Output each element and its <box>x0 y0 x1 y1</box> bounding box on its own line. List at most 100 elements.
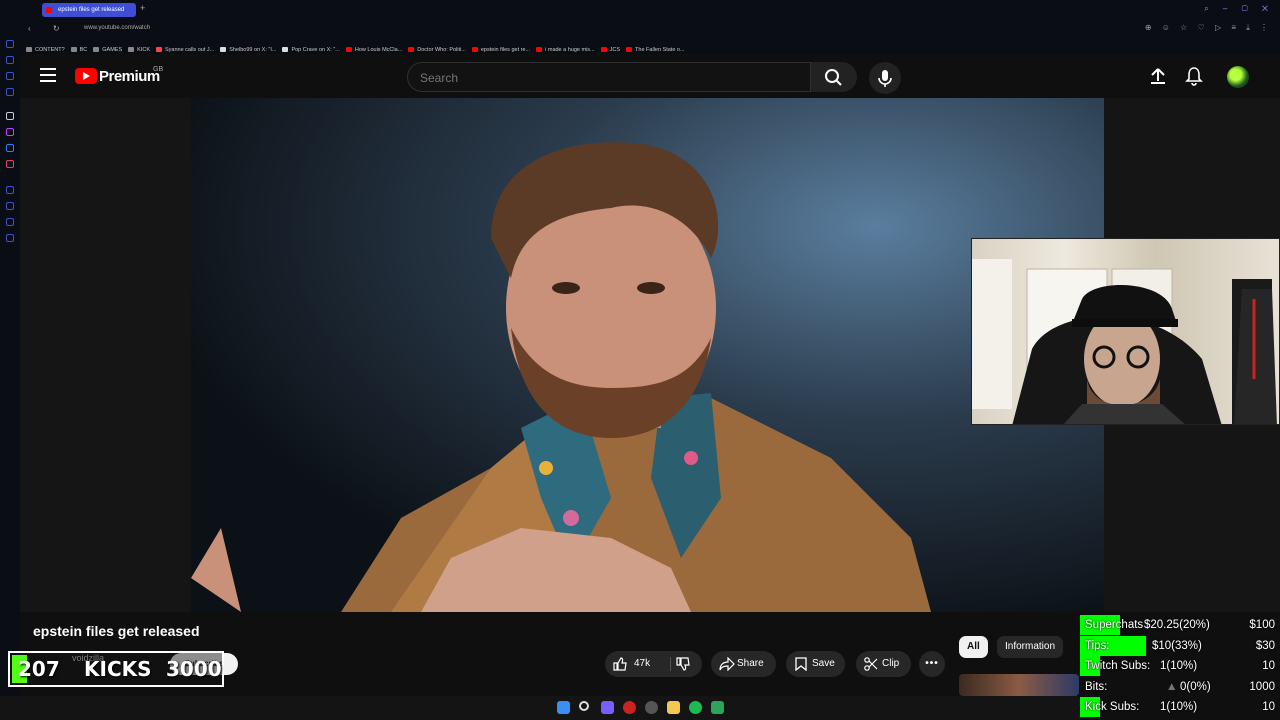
bookmark-item[interactable]: Syanne calls out J... <box>156 47 214 53</box>
goal-row: Superchats $20.25(20%) $100 <box>1080 615 1280 635</box>
bookmark-item[interactable]: Doctor Who: Politi... <box>408 47 466 53</box>
search-box <box>407 62 811 92</box>
upload-icon <box>1151 68 1165 84</box>
goal-value: 1(10%) <box>1160 701 1198 713</box>
upload-button[interactable] <box>1148 66 1168 86</box>
obs-icon[interactable] <box>645 701 658 714</box>
bookmarks-bar: CONTENT? BC GAMES KICK Syanne calls out J...… <box>20 38 1280 54</box>
bookmark-item[interactable]: i made a huge mis... <box>536 47 595 53</box>
bookmark-favicon-icon <box>626 47 633 52</box>
save-label: Save <box>812 658 835 669</box>
window-controls[interactable]: ⌕ – ▢ ✕ <box>1204 4 1274 14</box>
bookmark-favicon-icon <box>600 47 607 52</box>
goal-value: $20.25(20%) <box>1144 619 1210 631</box>
video-frame[interactable] <box>191 98 1104 612</box>
bookmark-label: Shelbo99 on X: "I... <box>229 47 277 53</box>
more-actions-button[interactable]: ••• <box>919 651 945 677</box>
goal-value: $10(33%) <box>1152 639 1202 652</box>
video-presenter-image <box>191 142 931 612</box>
opera-gx-icon[interactable] <box>623 701 636 714</box>
clip-button[interactable]: Clip <box>856 651 911 677</box>
bookmark-label: epstein files get re... <box>480 47 531 53</box>
bookmark-item[interactable]: GAMES <box>93 47 122 53</box>
share-icon <box>719 657 735 671</box>
bookmark-label: BC <box>79 47 88 53</box>
share-button[interactable]: Share <box>711 651 776 677</box>
thumbs-down-icon[interactable] <box>676 657 690 671</box>
windows-start-icon[interactable] <box>557 701 570 714</box>
bookmark-item[interactable]: Shelbo99 on X: "I... <box>220 47 276 53</box>
bookmark-item[interactable]: Pop Crave on X: "... <box>282 47 340 53</box>
sidebar-icon[interactable] <box>6 186 14 194</box>
bookmark-item[interactable]: How Louis McCla... <box>345 47 403 53</box>
kicks-label: KICKS <box>84 657 152 681</box>
notifications-button[interactable] <box>1184 66 1204 86</box>
kicks-goal-count: 3000 <box>166 657 222 681</box>
bookmark-label: How Louis McCla... <box>354 47 403 53</box>
navigation-buttons[interactable]: ‹ ↻ <box>28 24 70 33</box>
bookmark-label: i made a huge mis... <box>545 47 595 53</box>
bookmark-favicon-icon <box>471 47 478 52</box>
goal-target: $100 <box>1249 619 1275 631</box>
sidebar-icon[interactable] <box>6 56 14 64</box>
bookmark-label: KICK <box>137 47 150 53</box>
youtube-logo-icon[interactable] <box>75 68 97 84</box>
hamburger-menu-icon[interactable] <box>40 68 56 82</box>
url-field[interactable]: www.youtube.com/watch <box>84 25 150 31</box>
goal-row: Twitch Subs: 1(10%) 10 <box>1080 656 1280 676</box>
sidebar-icon[interactable] <box>6 72 14 80</box>
bell-icon <box>1185 67 1203 86</box>
sidebar-icon[interactable] <box>6 40 14 48</box>
search-input[interactable] <box>420 71 780 85</box>
settings-icon[interactable] <box>6 234 14 242</box>
stream-goals-overlay: Superchats $20.25(20%) $100 Tips: $10(33%) $3… <box>1080 615 1280 720</box>
goal-label: Twitch Subs: <box>1085 660 1151 672</box>
instagram-icon[interactable] <box>6 160 14 168</box>
browser-tab-active[interactable]: epstein files get released <box>42 3 136 17</box>
history-icon[interactable] <box>6 202 14 210</box>
bookmark-favicon-icon <box>220 47 227 52</box>
folder-icon <box>70 47 77 52</box>
kicks-goal-widget: 207 KICKS 3000 <box>8 651 224 687</box>
bookmark-item[interactable]: CONTENT? <box>26 47 65 53</box>
chip-all[interactable]: All <box>959 636 988 658</box>
bookmark-label: JCS <box>609 47 621 53</box>
account-avatar[interactable] <box>1227 66 1249 88</box>
bookmark-favicon-icon <box>156 47 162 52</box>
browser-sidebar <box>0 20 20 720</box>
goal-target: 10 <box>1262 701 1275 713</box>
bookmark-item[interactable]: epstein files get re... <box>471 47 531 53</box>
microphone-icon <box>878 70 892 87</box>
thumbs-up-icon[interactable] <box>613 657 627 671</box>
bookmark-favicon-icon <box>282 47 289 52</box>
sidebar-icon[interactable] <box>6 88 14 96</box>
twitch-icon[interactable] <box>6 128 14 136</box>
search-button[interactable] <box>811 62 857 92</box>
save-button[interactable]: Save <box>786 651 845 677</box>
windows-taskbar <box>0 696 1080 720</box>
bookmark-item[interactable]: BC <box>70 47 88 53</box>
app-icon[interactable] <box>711 701 724 714</box>
extension-icons[interactable]: ⊕ ☺ ☆ ♡ ▷ ≡ ⤓ ⋮ <box>1145 23 1272 33</box>
sidebar-icon[interactable] <box>6 112 14 120</box>
bookmark-item[interactable]: KICK <box>128 47 150 53</box>
share-label: Share <box>737 658 764 669</box>
goal-row: Tips: $10(33%) $30 <box>1080 635 1280 656</box>
new-tab-button[interactable]: + <box>140 3 145 13</box>
messenger-icon[interactable] <box>6 144 14 152</box>
bookmark-favicon-icon <box>345 47 352 52</box>
like-dislike-group: 47k <box>605 651 702 677</box>
youtube-premium-wordmark[interactable]: Premium <box>99 68 160 85</box>
discord-icon[interactable] <box>601 701 614 714</box>
recommended-video-thumbnail[interactable] <box>959 674 1079 696</box>
like-count[interactable]: 47k <box>634 651 650 677</box>
sidebar-icon[interactable] <box>6 218 14 226</box>
search-icon[interactable] <box>579 701 589 711</box>
bookmark-item[interactable]: JCS <box>600 47 621 53</box>
spotify-icon[interactable] <box>689 701 702 714</box>
file-explorer-icon[interactable] <box>667 701 680 714</box>
chip-information[interactable]: Information <box>997 636 1064 658</box>
voice-search-button[interactable] <box>869 62 901 94</box>
bookmark-item[interactable]: The Fallen State o... <box>626 47 685 53</box>
like-divider <box>670 657 671 671</box>
